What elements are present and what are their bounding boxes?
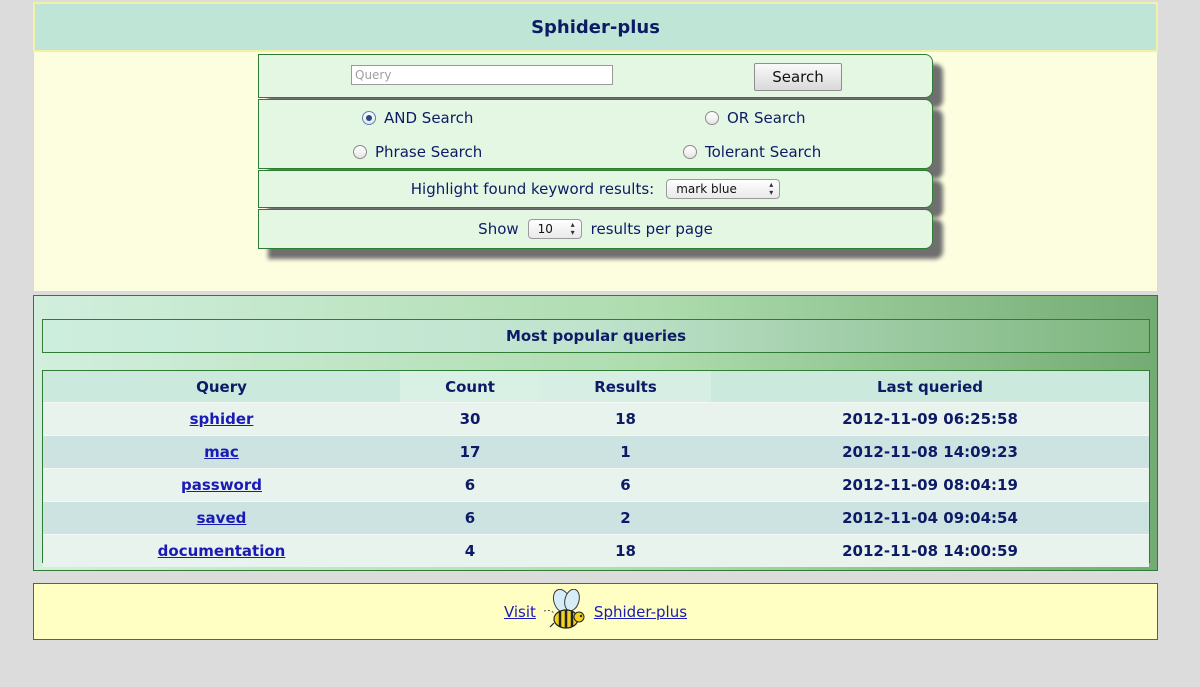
phrase-search-option[interactable]: Phrase Search <box>353 143 482 161</box>
or-search-option[interactable]: OR Search <box>705 109 806 127</box>
results-per-page-row: Show 10 ▴ ▾ results per page <box>258 209 933 249</box>
phrase-search-label: Phrase Search <box>375 143 483 161</box>
query-cell: sphider <box>43 403 400 435</box>
popular-queries-table: Query Count Results Last queried sphider… <box>42 370 1150 567</box>
query-cell: documentation <box>43 535 400 567</box>
select-arrows-icon: ▴ ▾ <box>769 180 774 197</box>
count-cell: 30 <box>459 410 481 428</box>
query-cell: password <box>43 469 400 501</box>
search-input[interactable] <box>351 65 613 85</box>
search-button[interactable]: Search <box>754 63 842 91</box>
last-queried-cell: 2012-11-09 08:04:19 <box>842 476 1018 494</box>
results-per-page-value: 10 <box>537 222 553 236</box>
table-row: mac 17 1 2012-11-08 14:09:23 <box>43 435 1149 468</box>
footer: Visit Sphider-plus <box>33 583 1158 640</box>
column-header-query: Query <box>196 377 247 396</box>
query-link[interactable]: saved <box>197 509 247 527</box>
query-link[interactable]: documentation <box>158 542 286 560</box>
results-cell: 18 <box>615 410 636 428</box>
results-cell: 6 <box>620 476 631 494</box>
count-cell: 6 <box>464 509 476 527</box>
last-queried-cell: 2012-11-04 09:04:54 <box>842 509 1018 527</box>
tolerant-search-option[interactable]: Tolerant Search <box>683 143 821 161</box>
query-link[interactable]: mac <box>204 443 239 461</box>
count-cell: 17 <box>459 443 481 461</box>
radio-icon[interactable] <box>683 145 697 159</box>
popular-queries-title: Most popular queries <box>42 319 1150 353</box>
and-search-label: AND Search <box>384 109 474 127</box>
or-search-label: OR Search <box>727 109 806 127</box>
sphider-plus-link[interactable]: Sphider-plus <box>594 603 687 621</box>
tolerant-search-label: Tolerant Search <box>705 143 822 161</box>
highlight-label: Highlight found keyword results: <box>410 180 655 198</box>
bee-logo-icon[interactable] <box>540 588 590 635</box>
query-cell: mac <box>43 436 400 468</box>
table-row: documentation 4 18 2012-11-08 14:00:59 <box>43 534 1149 567</box>
table-row: password 6 6 2012-11-09 08:04:19 <box>43 468 1149 501</box>
last-queried-cell: 2012-11-09 06:25:58 <box>842 410 1018 428</box>
results-per-page-select[interactable]: 10 ▴ ▾ <box>527 219 582 239</box>
last-queried-cell: 2012-11-08 14:09:23 <box>842 443 1018 461</box>
highlight-row: Highlight found keyword results: mark bl… <box>258 170 933 208</box>
select-arrows-icon: ▴ ▾ <box>570 220 575 237</box>
count-cell: 6 <box>464 476 476 494</box>
search-type-options: AND Search OR Search Phrase Search Toler… <box>258 99 933 169</box>
radio-icon[interactable] <box>353 145 367 159</box>
radio-selected-icon[interactable] <box>362 111 376 125</box>
search-row: Search <box>258 54 933 98</box>
per-page-label: results per page <box>590 220 713 238</box>
highlight-select-value: mark blue <box>676 182 737 196</box>
column-header-results: Results <box>540 371 711 402</box>
query-cell: saved <box>43 502 400 534</box>
popular-queries-panel: Most popular queries Query Count Results… <box>33 295 1158 571</box>
count-cell: 4 <box>464 542 476 560</box>
results-cell: 1 <box>620 443 631 461</box>
table-header: Query Count Results Last queried <box>43 371 1149 402</box>
visit-link[interactable]: Visit <box>504 603 536 621</box>
query-link[interactable]: sphider <box>190 410 254 428</box>
table-row: sphider 30 18 2012-11-09 06:25:58 <box>43 402 1149 435</box>
show-label: Show <box>478 220 519 238</box>
column-header-count: Count <box>400 371 540 402</box>
and-search-option[interactable]: AND Search <box>362 109 473 127</box>
last-queried-cell: 2012-11-08 14:00:59 <box>842 542 1018 560</box>
table-row: saved 6 2 2012-11-04 09:04:54 <box>43 501 1149 534</box>
query-link[interactable]: password <box>181 476 262 494</box>
page-title: Sphider-plus <box>33 2 1158 52</box>
radio-icon[interactable] <box>705 111 719 125</box>
column-header-last-queried: Last queried <box>876 377 984 396</box>
results-cell: 2 <box>620 509 631 527</box>
results-cell: 18 <box>615 542 636 560</box>
highlight-select[interactable]: mark blue ▴ ▾ <box>666 179 781 199</box>
